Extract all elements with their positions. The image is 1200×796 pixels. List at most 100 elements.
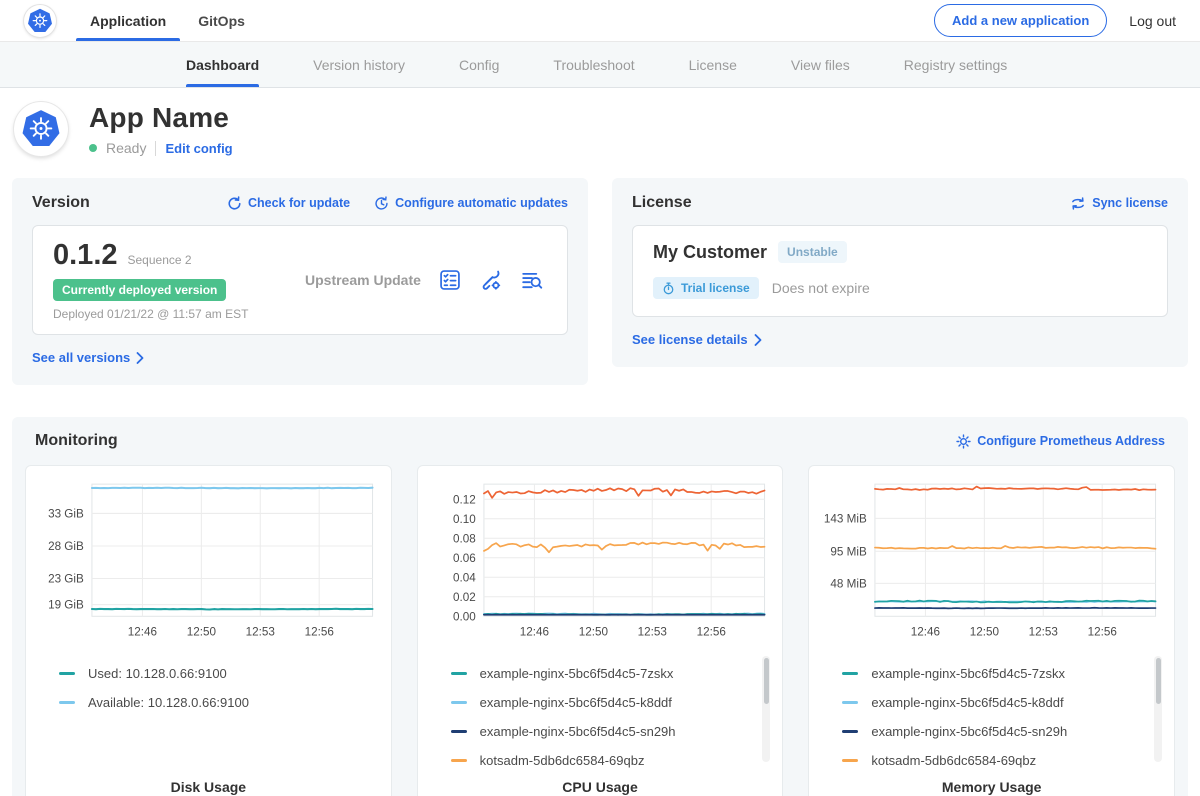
y-tick-label: 0.00 bbox=[453, 610, 476, 623]
license-summary-row: My Customer Unstable Trial license Does … bbox=[632, 225, 1168, 317]
legend-dash bbox=[842, 759, 858, 762]
legend-label: Available: 10.128.0.66:9100 bbox=[88, 695, 249, 710]
kubernetes-logo-icon bbox=[27, 8, 53, 34]
legend-scrollbar[interactable] bbox=[762, 656, 770, 762]
tab-dashboard[interactable]: Dashboard bbox=[186, 42, 259, 87]
version-number: 0.1.2 bbox=[53, 239, 118, 272]
y-tick-label: 28 GiB bbox=[48, 540, 84, 553]
page-title: App Name bbox=[89, 102, 233, 134]
tab-version-history[interactable]: Version history bbox=[313, 42, 405, 87]
legend-dash bbox=[451, 759, 467, 762]
disk-chart: 12:4612:5012:5312:5633 GiB28 GiB23 GiB19… bbox=[35, 476, 382, 651]
y-tick-label: 0.12 bbox=[453, 493, 476, 506]
x-tick-label: 12:50 bbox=[187, 626, 217, 639]
x-tick-label: 12:50 bbox=[578, 626, 608, 639]
tab-config[interactable]: Config bbox=[459, 42, 499, 87]
configure-automatic-updates-link[interactable]: Configure automatic updates bbox=[374, 196, 568, 211]
legend-dash bbox=[451, 730, 467, 733]
legend-dash bbox=[59, 701, 75, 704]
config-wrench-icon[interactable] bbox=[480, 269, 502, 291]
x-tick-label: 12:46 bbox=[128, 626, 157, 639]
x-tick-label: 12:53 bbox=[246, 626, 275, 639]
summary-cards-row: Version Check for update bbox=[12, 178, 1188, 385]
memory-legend: example-nginx-5bc6f5d4c5-7zskx example-ng… bbox=[818, 651, 1165, 769]
memory-chart-card: 12:4612:5012:5312:56143 MiB95 MiB48 MiBe… bbox=[808, 465, 1175, 796]
divider bbox=[155, 141, 156, 156]
tab-license[interactable]: License bbox=[689, 42, 737, 87]
x-tick-label: 12:46 bbox=[911, 626, 940, 639]
tab-troubleshoot[interactable]: Troubleshoot bbox=[553, 42, 634, 87]
legend-label: kotsadm-5db6dc6584-69qbz bbox=[871, 753, 1036, 768]
disk-legend: Used: 10.128.0.66:9100 Available: 10.128.… bbox=[35, 651, 382, 769]
deployed-timestamp: Deployed 01/21/22 @ 11:57 am EST bbox=[53, 307, 271, 321]
chevron-right-icon bbox=[754, 334, 762, 346]
legend-item: example-nginx-5bc6f5d4c5-7zskx bbox=[842, 659, 1145, 688]
configure-prometheus-link[interactable]: Configure Prometheus Address bbox=[956, 434, 1165, 449]
stopwatch-icon bbox=[662, 282, 675, 295]
legend-item: example-nginx-5bc6f5d4c5-k8ddf bbox=[842, 688, 1145, 717]
legend-item: example-nginx-5bc6f5d4c5-7zskx bbox=[451, 659, 754, 688]
check-for-update-link[interactable]: Check for update bbox=[227, 196, 350, 211]
legend-dash bbox=[59, 672, 75, 675]
y-tick-label: 33 GiB bbox=[48, 507, 84, 520]
legend-dash bbox=[842, 672, 858, 675]
chevron-right-icon bbox=[136, 352, 144, 364]
legend-item: example-nginx-5bc6f5d4c5-sn29h bbox=[842, 717, 1145, 746]
series-line bbox=[92, 488, 373, 489]
license-type-badge: Trial license bbox=[653, 277, 759, 299]
tab-application[interactable]: Application bbox=[88, 0, 168, 41]
legend-dash bbox=[842, 701, 858, 704]
license-card: License Sync license My Customer Unstabl… bbox=[612, 178, 1188, 367]
see-license-details-link[interactable]: See license details bbox=[632, 332, 762, 347]
app-status: Ready bbox=[106, 140, 146, 156]
legend-scrollbar-thumb[interactable] bbox=[764, 658, 769, 704]
legend-item: example-nginx-5bc6f5d4c5-k8ddf bbox=[451, 688, 754, 717]
current-version-row: 0.1.2 Sequence 2 Currently deployed vers… bbox=[32, 225, 568, 335]
disk-chart-card: 12:4612:5012:5312:5633 GiB28 GiB23 GiB19… bbox=[25, 465, 392, 796]
cpu-chart-card: 12:4612:5012:5312:560.120.100.080.060.04… bbox=[417, 465, 784, 796]
legend-dash bbox=[451, 672, 467, 675]
version-card: Version Check for update bbox=[12, 178, 588, 385]
x-tick-label: 12:56 bbox=[696, 626, 725, 639]
customer-name: My Customer bbox=[653, 242, 767, 263]
legend-scrollbar-thumb[interactable] bbox=[1156, 658, 1161, 704]
x-tick-label: 12:53 bbox=[637, 626, 666, 639]
kubernetes-logo[interactable] bbox=[24, 5, 56, 37]
memory-chart: 12:4612:5012:5312:56143 MiB95 MiB48 MiB bbox=[818, 476, 1165, 651]
legend-label: example-nginx-5bc6f5d4c5-sn29h bbox=[480, 724, 676, 739]
x-tick-label: 12:46 bbox=[519, 626, 548, 639]
preflight-checks-icon[interactable] bbox=[439, 269, 461, 291]
monitoring-section: Monitoring Configure Prometheus Address … bbox=[12, 417, 1188, 796]
y-tick-label: 95 MiB bbox=[831, 545, 868, 558]
legend-item: example-nginx-5bc6f5d4c5-sn29h bbox=[451, 717, 754, 746]
add-application-button[interactable]: Add a new application bbox=[934, 4, 1107, 37]
ready-status-dot bbox=[89, 144, 97, 152]
update-type-label: Upstream Update bbox=[271, 272, 439, 288]
kubernetes-app-icon bbox=[21, 109, 61, 149]
y-tick-label: 0.04 bbox=[453, 571, 476, 584]
edit-config-link[interactable]: Edit config bbox=[165, 141, 232, 156]
y-tick-label: 48 MiB bbox=[831, 577, 868, 590]
version-sequence: Sequence 2 bbox=[128, 253, 192, 267]
chart-title: Memory Usage bbox=[818, 779, 1165, 795]
chart-title: CPU Usage bbox=[427, 779, 774, 795]
cpu-chart: 12:4612:5012:5312:560.120.100.080.060.04… bbox=[427, 476, 774, 651]
legend-item: Available: 10.128.0.66:9100 bbox=[59, 688, 362, 717]
see-all-versions-link[interactable]: See all versions bbox=[32, 350, 144, 365]
tab-registry-settings[interactable]: Registry settings bbox=[904, 42, 1007, 87]
tab-gitops[interactable]: GitOps bbox=[196, 0, 247, 41]
app-avatar bbox=[14, 102, 68, 156]
series-line bbox=[875, 608, 1156, 609]
logout-button[interactable]: Log out bbox=[1129, 13, 1176, 29]
legend-label: Used: 10.128.0.66:9100 bbox=[88, 666, 227, 681]
legend-label: example-nginx-5bc6f5d4c5-k8ddf bbox=[871, 695, 1063, 710]
view-files-search-icon[interactable] bbox=[521, 269, 543, 291]
x-tick-label: 12:56 bbox=[1088, 626, 1117, 639]
tab-view-files[interactable]: View files bbox=[791, 42, 850, 87]
x-tick-label: 12:53 bbox=[1029, 626, 1058, 639]
license-card-title: License bbox=[632, 194, 692, 212]
sync-license-link[interactable]: Sync license bbox=[1070, 196, 1168, 211]
legend-scrollbar[interactable] bbox=[1154, 656, 1162, 762]
y-tick-label: 19 GiB bbox=[48, 599, 84, 612]
y-tick-label: 0.06 bbox=[453, 552, 476, 565]
